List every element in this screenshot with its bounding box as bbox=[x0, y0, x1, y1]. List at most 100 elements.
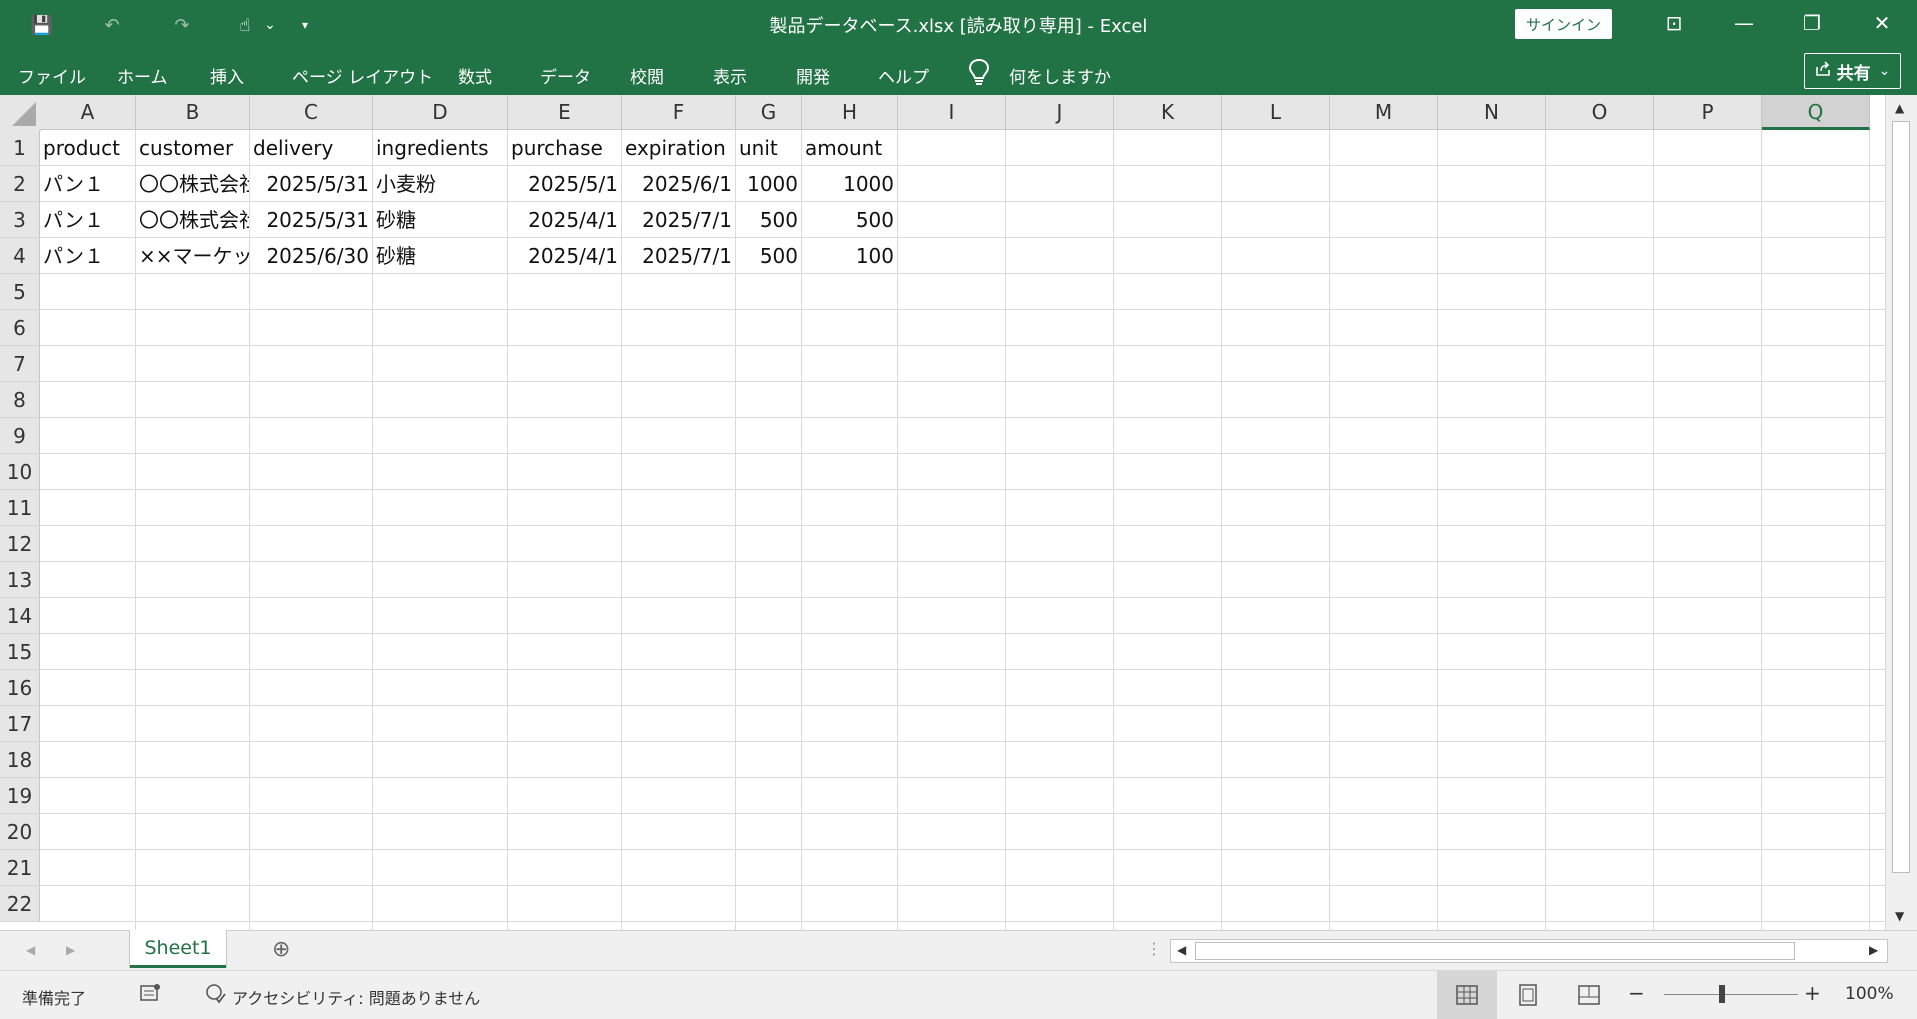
close-icon[interactable]: ✕ bbox=[1860, 8, 1904, 38]
ribbon-display-options-icon[interactable]: ⊡ bbox=[1652, 8, 1696, 38]
cell-c3[interactable]: 2025/5/31 bbox=[250, 202, 372, 238]
horizontal-scrollbar[interactable]: ◀ ▶ bbox=[1170, 939, 1888, 963]
cell-f4[interactable]: 2025/7/1 bbox=[622, 238, 735, 274]
column-header-l[interactable]: L bbox=[1222, 95, 1330, 130]
column-header-k[interactable]: K bbox=[1114, 95, 1222, 130]
tab-formulas[interactable]: 数式 bbox=[458, 63, 492, 88]
accessibility-status[interactable]: アクセシビリティ: 問題ありません bbox=[232, 985, 480, 1009]
zoom-slider-knob[interactable] bbox=[1719, 985, 1725, 1003]
row-header-20[interactable]: 20 bbox=[0, 814, 40, 850]
cell-g4[interactable]: 500 bbox=[736, 238, 801, 274]
zoom-in-button[interactable]: + bbox=[1804, 981, 1821, 1005]
scroll-up-icon[interactable]: ▲ bbox=[1895, 101, 1904, 115]
macro-record-icon[interactable] bbox=[140, 983, 162, 1007]
cell-g2[interactable]: 1000 bbox=[736, 166, 801, 202]
cell-c2[interactable]: 2025/5/31 bbox=[250, 166, 372, 202]
minimize-icon[interactable]: — bbox=[1722, 8, 1766, 38]
tab-data[interactable]: データ bbox=[540, 63, 591, 88]
row-header-4[interactable]: 4 bbox=[0, 238, 40, 274]
tab-help[interactable]: ヘルプ bbox=[878, 63, 929, 88]
horizontal-scroll-thumb[interactable] bbox=[1195, 942, 1795, 960]
row-header-11[interactable]: 11 bbox=[0, 490, 40, 526]
cell-e2[interactable]: 2025/5/1 bbox=[508, 166, 621, 202]
cell-a4[interactable]: パン１ bbox=[40, 238, 135, 274]
cell-g3[interactable]: 500 bbox=[736, 202, 801, 238]
column-header-a[interactable]: A bbox=[40, 95, 136, 130]
row-header-21[interactable]: 21 bbox=[0, 850, 40, 886]
tell-me-search[interactable]: 何をしますか bbox=[1009, 63, 1111, 88]
cell-d2[interactable]: 小麦粉 bbox=[373, 166, 507, 202]
column-header-b[interactable]: B bbox=[136, 95, 250, 130]
scroll-down-icon[interactable]: ▼ bbox=[1895, 909, 1904, 923]
cell-a3[interactable]: パン１ bbox=[40, 202, 135, 238]
vertical-scroll-thumb[interactable] bbox=[1892, 121, 1910, 873]
column-header-f[interactable]: F bbox=[622, 95, 736, 130]
normal-view-icon[interactable] bbox=[1437, 971, 1497, 1019]
vertical-scrollbar[interactable]: ▲ ▼ bbox=[1885, 95, 1917, 930]
column-header-g[interactable]: G bbox=[736, 95, 802, 130]
cell-c4[interactable]: 2025/6/30 bbox=[250, 238, 372, 274]
split-handle-icon[interactable]: ⋮ bbox=[1146, 939, 1162, 958]
sheet-scroll-right-icon[interactable]: ▶ bbox=[66, 943, 75, 957]
row-header-15[interactable]: 15 bbox=[0, 634, 40, 670]
share-chevron-icon[interactable]: ⌄ bbox=[1879, 63, 1891, 79]
cell-d1[interactable]: ingredients bbox=[373, 130, 507, 166]
column-header-q[interactable]: Q bbox=[1762, 95, 1870, 130]
cell-b2[interactable]: 〇〇株式会社 bbox=[136, 166, 249, 202]
row-header-13[interactable]: 13 bbox=[0, 562, 40, 598]
cell-e4[interactable]: 2025/4/1 bbox=[508, 238, 621, 274]
cell-c1[interactable]: delivery bbox=[250, 130, 372, 166]
cell-b4[interactable]: ××マーケット bbox=[136, 238, 249, 274]
cell-h3[interactable]: 500 bbox=[802, 202, 897, 238]
cell-h1[interactable]: amount bbox=[802, 130, 897, 166]
column-header-o[interactable]: O bbox=[1546, 95, 1654, 130]
tab-home[interactable]: ホーム bbox=[117, 63, 168, 88]
cell-h2[interactable]: 1000 bbox=[802, 166, 897, 202]
tab-developer[interactable]: 開発 bbox=[796, 63, 830, 88]
signin-button[interactable]: サインイン bbox=[1515, 9, 1612, 39]
row-header-2[interactable]: 2 bbox=[0, 166, 40, 202]
zoom-level[interactable]: 100% bbox=[1845, 984, 1894, 1004]
row-header-1[interactable]: 1 bbox=[0, 130, 40, 166]
share-button[interactable]: 共有 ⌄ bbox=[1804, 53, 1901, 89]
cell-d4[interactable]: 砂糖 bbox=[373, 238, 507, 274]
zoom-out-button[interactable]: − bbox=[1628, 981, 1645, 1005]
column-header-e[interactable]: E bbox=[508, 95, 622, 130]
cell-g1[interactable]: unit bbox=[736, 130, 801, 166]
row-header-3[interactable]: 3 bbox=[0, 202, 40, 238]
tab-page-layout[interactable]: ページ レイアウト bbox=[292, 63, 433, 88]
cell-a1[interactable]: product bbox=[40, 130, 135, 166]
page-layout-view-icon[interactable] bbox=[1498, 971, 1558, 1019]
column-header-p[interactable]: P bbox=[1654, 95, 1762, 130]
cell-area[interactable]: product customer delivery ingredients purcha… bbox=[40, 130, 1885, 930]
column-header-i[interactable]: I bbox=[898, 95, 1006, 130]
zoom-slider[interactable] bbox=[1664, 994, 1798, 995]
row-header-22[interactable]: 22 bbox=[0, 886, 40, 922]
row-header-18[interactable]: 18 bbox=[0, 742, 40, 778]
tab-review[interactable]: 校閲 bbox=[630, 63, 664, 88]
row-header-12[interactable]: 12 bbox=[0, 526, 40, 562]
row-header-14[interactable]: 14 bbox=[0, 598, 40, 634]
select-all-button[interactable] bbox=[0, 95, 41, 131]
cell-h4[interactable]: 100 bbox=[802, 238, 897, 274]
accessibility-icon[interactable] bbox=[205, 983, 227, 1009]
scroll-right-icon[interactable]: ▶ bbox=[1869, 943, 1878, 957]
tab-insert[interactable]: 挿入 bbox=[210, 63, 244, 88]
cell-b1[interactable]: customer bbox=[136, 130, 249, 166]
sheet-scroll-left-icon[interactable]: ◀ bbox=[26, 943, 35, 957]
column-header-d[interactable]: D bbox=[373, 95, 508, 130]
row-header-17[interactable]: 17 bbox=[0, 706, 40, 742]
sheet-tab-sheet1[interactable]: Sheet1 bbox=[130, 930, 226, 968]
cell-f2[interactable]: 2025/6/1 bbox=[622, 166, 735, 202]
cell-d3[interactable]: 砂糖 bbox=[373, 202, 507, 238]
page-break-preview-icon[interactable] bbox=[1559, 971, 1619, 1019]
row-header-8[interactable]: 8 bbox=[0, 382, 40, 418]
restore-icon[interactable]: ❐ bbox=[1790, 8, 1834, 38]
row-header-19[interactable]: 19 bbox=[0, 778, 40, 814]
scroll-left-icon[interactable]: ◀ bbox=[1177, 943, 1186, 957]
add-sheet-icon[interactable]: ⊕ bbox=[272, 937, 290, 962]
row-header-6[interactable]: 6 bbox=[0, 310, 40, 346]
row-header-7[interactable]: 7 bbox=[0, 346, 40, 382]
tab-file[interactable]: ファイル bbox=[18, 63, 86, 88]
cell-f3[interactable]: 2025/7/1 bbox=[622, 202, 735, 238]
